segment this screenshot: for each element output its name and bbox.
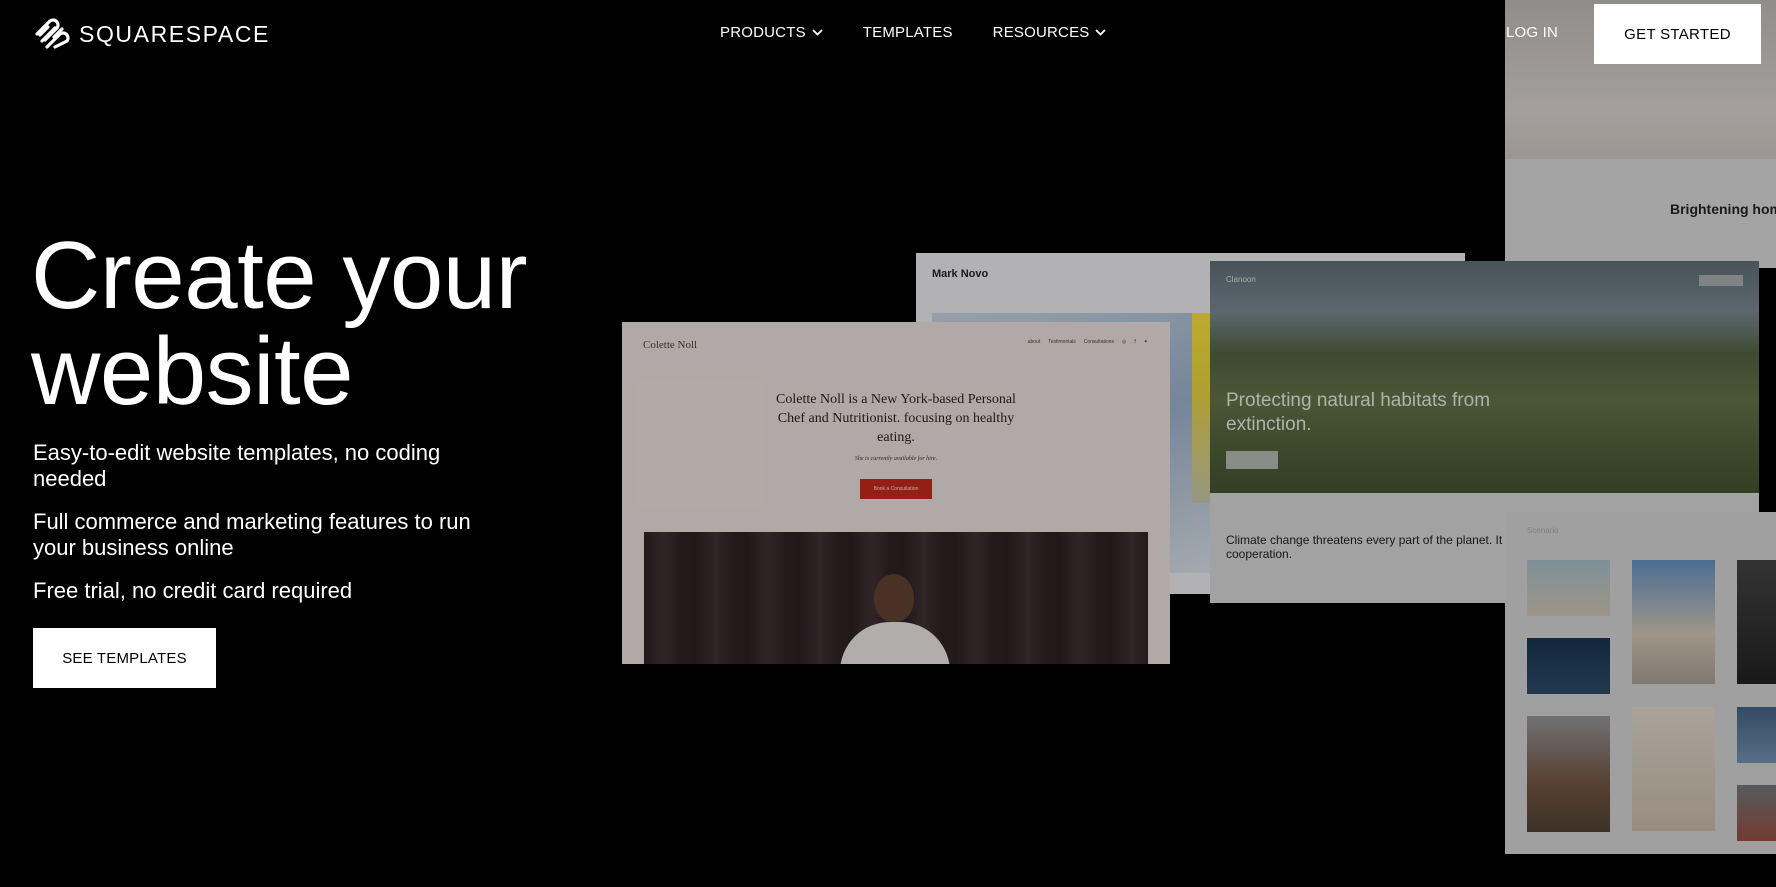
- gallery-image: [1632, 560, 1715, 684]
- hero-feature: Free trial, no credit card required: [33, 578, 353, 603]
- hero-title: Create your website: [31, 222, 528, 425]
- template-preview-gallery[interactable]: Scenario: [1505, 512, 1776, 854]
- nav-item-label: TEMPLATES: [862, 24, 953, 41]
- preview-button: Book a Consultation: [860, 479, 932, 499]
- preview-nav-item: about: [1027, 339, 1041, 345]
- squarespace-logo[interactable]: SQUARESPACE: [33, 17, 270, 51]
- chef-body-shape: [840, 622, 950, 664]
- login-link[interactable]: LOG IN: [1506, 24, 1558, 41]
- site-header: SQUARESPACE PRODUCTS TEMPLATES RESOURCES…: [0, 0, 1776, 68]
- hero-feature: Full commerce and marketing features to …: [33, 509, 471, 560]
- gallery-image: [1737, 560, 1776, 684]
- gallery-image: [1737, 785, 1776, 841]
- get-started-button[interactable]: GET STARTED: [1594, 4, 1761, 64]
- preview-logo: Mark Novo: [932, 268, 989, 280]
- gallery-image: [1737, 707, 1776, 763]
- gallery-image: [1632, 707, 1715, 831]
- preview-photo: [644, 532, 1148, 664]
- preview-subline: She is currently available for hire.: [854, 456, 938, 462]
- preview-photo-accent: [1192, 313, 1212, 503]
- nav-item-templates[interactable]: TEMPLATES: [863, 24, 953, 41]
- twitter-icon: ✦: [1143, 339, 1148, 345]
- squarespace-logo-icon: [35, 18, 70, 49]
- hero-feature: Easy-to-edit website templates, no codin…: [33, 440, 441, 491]
- chevron-down-icon: [1095, 29, 1107, 36]
- brand-name: SQUARESPACE: [79, 20, 270, 47]
- preview-nav-item: Consultations: [1083, 339, 1115, 345]
- instagram-icon: ◎: [1122, 339, 1127, 345]
- preview-nav: about Testimonials Consultations ◎ f ✦: [1028, 339, 1148, 345]
- see-templates-button[interactable]: SEE TEMPLATES: [33, 628, 216, 688]
- preview-nav-item: Testimonials: [1048, 339, 1076, 345]
- nav-item-products[interactable]: PRODUCTS: [720, 24, 823, 41]
- nav-item-resources[interactable]: RESOURCES: [993, 24, 1107, 41]
- template-preview-colette-noll[interactable]: Colette Noll about Testimonials Consulta…: [622, 322, 1170, 664]
- nav-item-label: PRODUCTS: [720, 24, 806, 41]
- gallery-image: [1527, 560, 1610, 616]
- preview-headline: Colette Noll is a New York-based Persona…: [776, 392, 1016, 445]
- gallery-image: [1527, 716, 1610, 832]
- main-nav: PRODUCTS TEMPLATES RESOURCES: [720, 24, 1107, 41]
- hero-feature-list: Easy-to-edit website templates, no codin…: [33, 440, 503, 621]
- preview-logo: Clanoon: [1226, 275, 1256, 284]
- facebook-icon: f: [1134, 339, 1136, 345]
- preview-logo: Colette Noll: [643, 339, 698, 351]
- preview-photo: Clanoon Protecting natural habitats from…: [1210, 261, 1759, 493]
- nav-item-label: RESOURCES: [992, 24, 1090, 41]
- gallery-image: [1527, 638, 1610, 694]
- preview-logo: Scenario: [1527, 526, 1559, 535]
- preview-headline: Brightening home durable p: [1670, 201, 1776, 217]
- preview-headline: Protecting natural habitats from extinct…: [1226, 390, 1491, 435]
- preview-button: [1226, 451, 1278, 469]
- chef-head-shape: [874, 574, 914, 622]
- preview-nav-button: [1699, 275, 1743, 286]
- chevron-down-icon: [812, 29, 823, 36]
